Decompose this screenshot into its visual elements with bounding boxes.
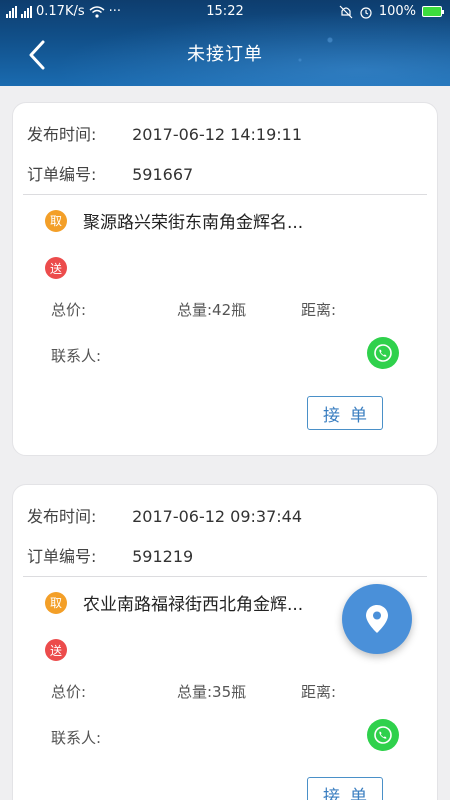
delivery-row: 送 — [45, 257, 83, 279]
app-header: 0.17K/s ··· 15:22 100% 未接订单 — [0, 0, 450, 86]
location-fab-button[interactable] — [342, 584, 412, 654]
total-quantity: 总量:42瓶 — [177, 301, 247, 319]
order-no-label: 订单编号: — [27, 547, 97, 566]
status-bar: 0.17K/s ··· 15:22 100% — [0, 0, 450, 24]
publish-time-value: 2017-06-12 14:19:11 — [132, 125, 303, 144]
divider — [23, 194, 427, 195]
order-no-value: 591219 — [132, 547, 194, 566]
publish-time-value: 2017-06-12 09:37:44 — [132, 507, 303, 526]
total-price-label: 总价: — [51, 683, 87, 701]
total-quantity: 总量:35瓶 — [177, 683, 247, 701]
delivery-badge: 送 — [45, 257, 67, 279]
delivery-badge: 送 — [45, 639, 67, 661]
location-pin-icon — [366, 605, 388, 633]
pickup-address: 农业南路福禄街西北角金辉... — [83, 595, 304, 615]
pickup-badge: 取 — [45, 591, 67, 614]
distance-label: 距离: — [301, 301, 337, 319]
battery-icon — [422, 6, 444, 17]
alarm-icon — [360, 6, 372, 19]
whatsapp-icon — [374, 344, 392, 362]
order-no-label: 订单编号: — [27, 165, 97, 184]
contact-label: 联系人: — [51, 729, 102, 747]
accept-order-button[interactable]: 接单 — [307, 777, 383, 800]
contact-label: 联系人: — [51, 347, 102, 365]
battery-percent: 100% — [378, 4, 416, 19]
whatsapp-button[interactable] — [367, 337, 399, 369]
distance-label: 距离: — [301, 683, 337, 701]
order-no-row: 订单编号: 591219 — [27, 543, 193, 567]
pickup-row: 取 农业南路福禄街西北角金辉... — [45, 590, 303, 615]
mute-icon — [339, 5, 353, 18]
publish-time-label: 发布时间: — [27, 507, 97, 526]
publish-time-label: 发布时间: — [27, 125, 97, 144]
order-no-value: 591667 — [132, 165, 194, 184]
pickup-address: 聚源路兴荣街东南角金辉名... — [83, 213, 304, 233]
whatsapp-button[interactable] — [367, 719, 399, 751]
page-title: 未接订单 — [187, 44, 263, 65]
divider — [23, 576, 427, 577]
accept-order-button[interactable]: 接单 — [307, 396, 383, 430]
pickup-badge: 取 — [45, 209, 67, 232]
pickup-row: 取 聚源路兴荣街东南角金辉名... — [45, 208, 303, 233]
total-price-label: 总价: — [51, 301, 87, 319]
delivery-row: 送 — [45, 639, 83, 661]
whatsapp-icon — [374, 726, 392, 744]
publish-time-row: 发布时间: 2017-06-12 09:37:44 — [27, 503, 302, 527]
order-card[interactable]: 发布时间: 2017-06-12 14:19:11 订单编号: 591667 取… — [12, 102, 438, 456]
publish-time-row: 发布时间: 2017-06-12 14:19:11 — [27, 121, 302, 145]
order-no-row: 订单编号: 591667 — [27, 161, 193, 185]
